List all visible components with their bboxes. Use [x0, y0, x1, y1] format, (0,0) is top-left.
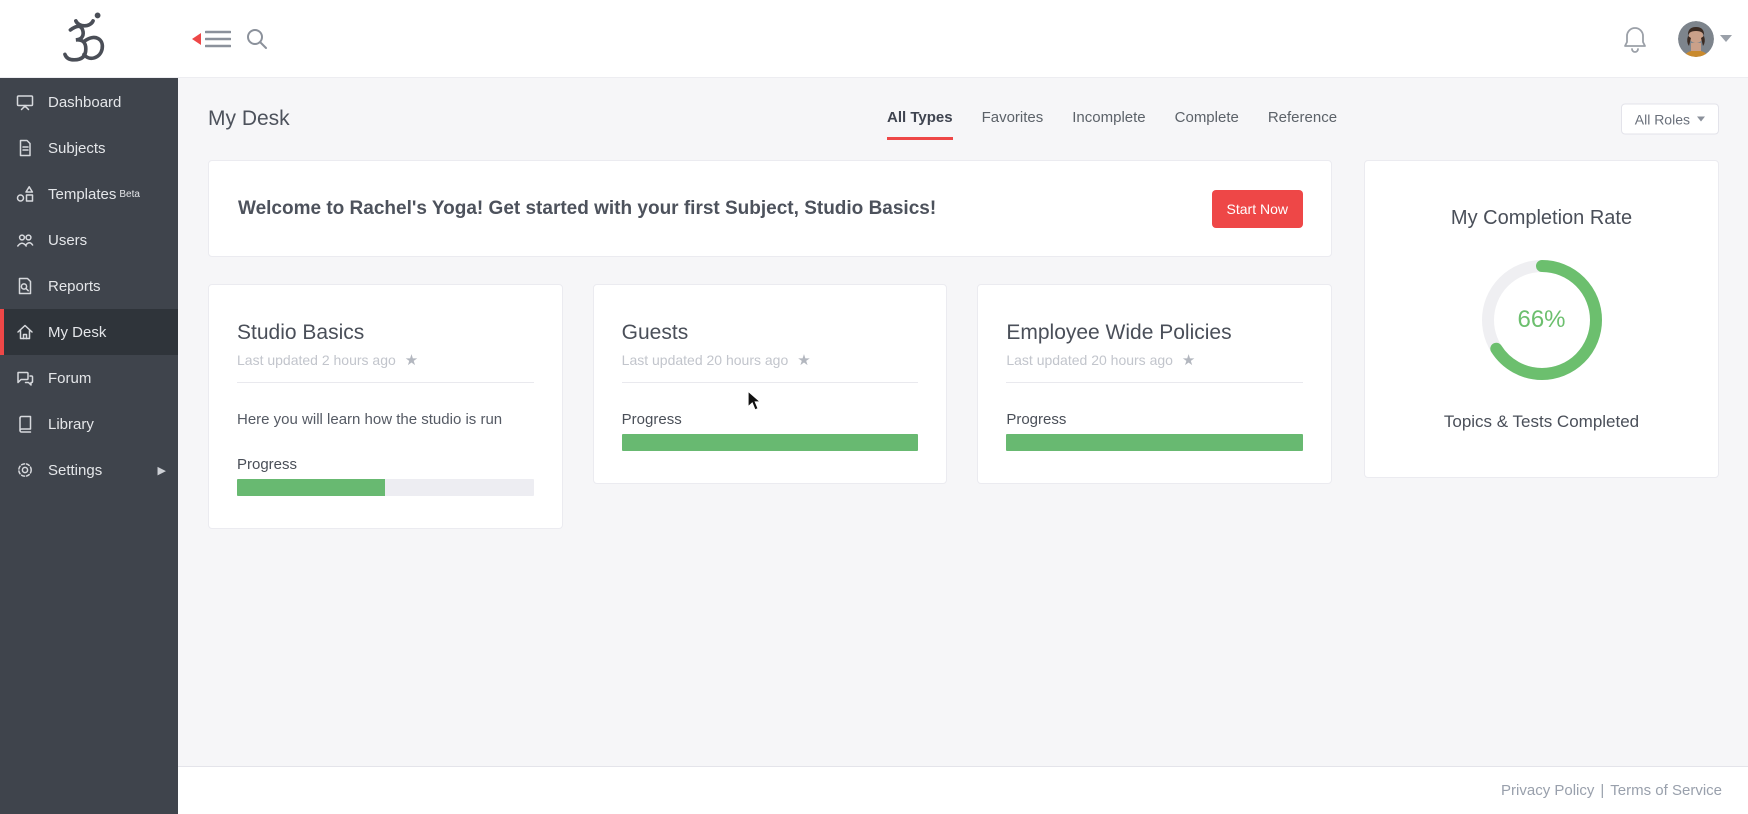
progress-bar-fill	[1006, 434, 1304, 451]
main-content: My Desk All Types Favorites Incomplete C…	[178, 78, 1748, 766]
completion-percent-value: 66%	[1517, 306, 1566, 333]
sidebar-nav: Dashboard Subjects Templates Beta Users …	[0, 78, 178, 814]
last-updated-text: Last updated 20 hours ago	[1006, 352, 1173, 368]
notifications-bell-button[interactable]	[1622, 25, 1648, 53]
sidebar-item-subjects[interactable]: Subjects	[0, 125, 178, 171]
sidebar-item-label: Templates	[48, 185, 117, 203]
sidebar-item-label: Reports	[48, 277, 101, 295]
progress-bar	[621, 434, 919, 451]
footer: Privacy Policy | Terms of Service	[178, 766, 1748, 814]
shapes-icon	[14, 184, 36, 204]
subject-card-studio-basics[interactable]: Studio Basics Last updated 2 hours ago ★…	[208, 284, 563, 529]
favorite-star-icon[interactable]: ★	[405, 353, 418, 368]
sidebar-item-label: Subjects	[48, 139, 106, 157]
people-group-icon	[14, 230, 36, 250]
om-logo-icon[interactable]	[54, 8, 114, 70]
beta-badge: Beta	[119, 188, 140, 200]
roles-filter-dropdown[interactable]: All Roles	[1620, 103, 1719, 135]
completion-caption: Topics & Tests Completed	[1443, 412, 1640, 431]
profile-caret-down-icon	[1720, 35, 1732, 42]
last-updated-text: Last updated 20 hours ago	[621, 352, 789, 368]
divider	[621, 382, 919, 383]
tab-reference[interactable]: Reference	[1268, 109, 1337, 140]
book-icon	[14, 414, 36, 434]
divider	[1006, 382, 1304, 383]
tab-favorites[interactable]: Favorites	[982, 109, 1044, 140]
welcome-message: Welcome to Rachel's Yoga! Get started wi…	[238, 197, 937, 219]
last-updated-text: Last updated 2 hours ago	[237, 352, 396, 368]
progress-bar-fill	[237, 479, 386, 496]
caret-down-icon	[1697, 116, 1705, 122]
subject-title: Studio Basics	[237, 321, 365, 344]
document-icon	[14, 138, 36, 158]
completion-rate-title: My Completion Rate	[1450, 207, 1633, 229]
sidebar-item-dashboard[interactable]: Dashboard	[0, 79, 178, 125]
document-search-icon	[14, 276, 36, 296]
chevron-right-icon: ▶	[157, 464, 166, 477]
page-title: My Desk	[208, 107, 290, 130]
search-icon	[247, 28, 267, 49]
progress-bar	[237, 479, 534, 496]
tab-complete[interactable]: Complete	[1175, 109, 1239, 140]
tab-incomplete[interactable]: Incomplete	[1072, 109, 1145, 140]
progress-label: Progress	[1006, 411, 1067, 428]
sidebar-item-forum[interactable]: Forum	[0, 355, 178, 401]
type-filter-tabs: All Types Favorites Incomplete Complete …	[887, 109, 1337, 140]
search-button[interactable]	[245, 27, 269, 51]
gear-icon	[14, 460, 36, 480]
sidebar-item-label: My Desk	[48, 323, 107, 341]
home-icon	[14, 322, 36, 342]
tab-all-types[interactable]: All Types	[887, 109, 953, 140]
divider	[237, 382, 534, 383]
top-bar	[0, 0, 1748, 78]
sidebar-item-label: Dashboard	[48, 93, 122, 111]
favorite-star-icon[interactable]: ★	[1182, 353, 1195, 368]
hamburger-icon	[205, 30, 231, 47]
subject-description: Here you will learn how the studio is ru…	[237, 411, 503, 428]
collapse-arrow-icon	[192, 32, 201, 45]
sidebar-item-users[interactable]: Users	[0, 217, 178, 263]
presentation-screen-icon	[14, 92, 36, 112]
sidebar-item-reports[interactable]: Reports	[0, 263, 178, 309]
subject-title: Employee Wide Policies	[1006, 321, 1232, 344]
start-now-button[interactable]: Start Now	[1211, 189, 1303, 228]
sidebar-item-label: Library	[48, 415, 94, 433]
progress-label: Progress	[621, 411, 682, 428]
completion-rate-card: My Completion Rate 66% Topics & Tests Co…	[1364, 160, 1719, 478]
sidebar-item-label: Users	[48, 231, 88, 249]
favorite-star-icon[interactable]: ★	[797, 353, 810, 368]
chat-bubbles-icon	[14, 368, 36, 388]
sidebar-item-library[interactable]: Library	[0, 401, 178, 447]
subject-card-guests[interactable]: Guests Last updated 20 hours ago ★ Progr…	[592, 284, 948, 484]
welcome-banner: Welcome to Rachel's Yoga! Get started wi…	[208, 160, 1332, 257]
completion-donut-chart: 66%	[1478, 256, 1606, 384]
progress-bar	[1006, 434, 1304, 451]
sidebar-collapse-button[interactable]	[192, 30, 231, 48]
subject-title: Guests	[621, 321, 689, 344]
sidebar-item-label: Settings	[48, 461, 103, 479]
sidebar-item-templates[interactable]: Templates Beta	[0, 171, 178, 217]
sidebar-item-settings[interactable]: Settings ▶	[0, 447, 178, 493]
footer-separator: |	[1600, 782, 1605, 799]
profile-menu-button[interactable]	[1678, 20, 1732, 57]
subject-card-employee-wide-policies[interactable]: Employee Wide Policies Last updated 20 h…	[977, 284, 1333, 484]
roles-filter-label: All Roles	[1634, 111, 1690, 127]
sidebar-item-my-desk[interactable]: My Desk	[0, 309, 178, 355]
progress-label: Progress	[237, 456, 298, 473]
terms-of-service-link[interactable]: Terms of Service	[1610, 782, 1722, 799]
privacy-policy-link[interactable]: Privacy Policy	[1501, 782, 1594, 799]
sidebar-item-label: Forum	[48, 369, 92, 387]
user-avatar	[1678, 20, 1714, 57]
progress-bar-fill	[621, 434, 919, 451]
bell-icon	[1624, 26, 1646, 53]
